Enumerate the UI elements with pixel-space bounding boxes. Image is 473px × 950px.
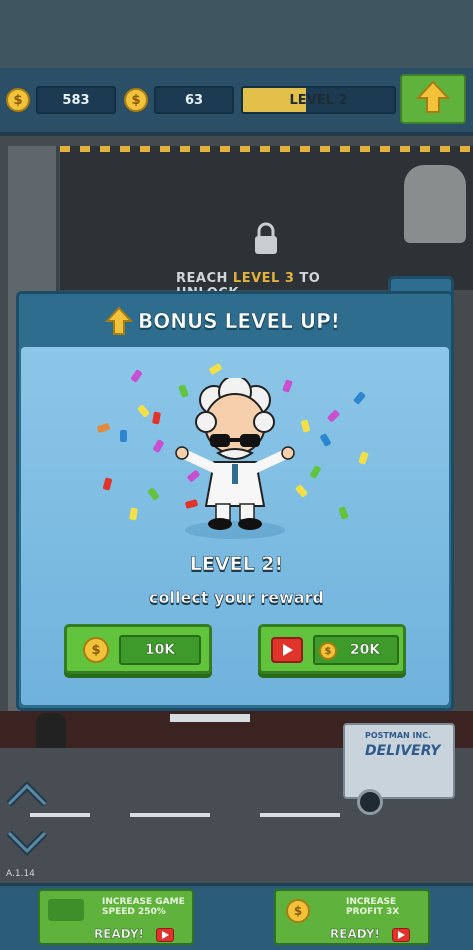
road-line xyxy=(130,813,210,817)
coin-stack-icon: $ xyxy=(286,899,310,923)
collect-reward-text: collect your reward xyxy=(149,588,324,608)
video-play-icon xyxy=(392,928,410,942)
profit-boost-line1: INCREASE xyxy=(346,897,397,907)
truck-company: POSTMAN INC. xyxy=(365,731,432,740)
profit-boost-status: READY! xyxy=(330,927,380,941)
modal-title: BONUS LEVEL UP! xyxy=(138,309,340,334)
scientist-character xyxy=(175,378,295,539)
hazard-stripe xyxy=(60,146,473,152)
lock-icon xyxy=(255,222,277,254)
confetti-piece xyxy=(120,430,127,442)
speed-icon xyxy=(48,899,84,921)
coin-icon: $ xyxy=(6,88,30,112)
profit-boost-card[interactable]: $ INCREASE PROFIT 3X READY! xyxy=(274,889,430,945)
speed-boost-status: READY! xyxy=(94,927,144,941)
top-background xyxy=(0,0,473,68)
coin-icon: $ xyxy=(319,642,337,660)
bench xyxy=(170,714,250,722)
level-label: LEVEL 2 xyxy=(289,92,348,108)
coin-counter: 583 xyxy=(36,86,116,114)
road-line xyxy=(30,813,90,817)
arrow-up-icon xyxy=(415,80,451,113)
level-up-button[interactable] xyxy=(400,74,466,124)
unlock-prefix: REACH xyxy=(176,271,228,286)
truck-label: DELIVERY xyxy=(365,743,441,759)
arrow-up-icon xyxy=(105,306,133,335)
watch-video-reward-button[interactable]: 20K $ xyxy=(258,624,406,674)
unlock-level: LEVEL 3 xyxy=(232,271,295,286)
scroll-up-button[interactable] xyxy=(5,774,49,810)
delivery-truck: POSTMAN INC. DELIVERY xyxy=(343,723,455,799)
level-progress-bar: LEVEL 2 xyxy=(241,86,396,114)
speed-boost-line1: INCREASE GAME xyxy=(102,897,185,907)
video-play-icon xyxy=(271,637,303,663)
scroll-down-button[interactable] xyxy=(5,827,49,863)
truck-wheel xyxy=(357,789,383,815)
lab-coat-silhouette xyxy=(404,165,466,243)
reward-value: 10K xyxy=(119,635,201,665)
profit-boost-line2: PROFIT 3X xyxy=(346,907,400,917)
road-line xyxy=(260,813,340,817)
video-play-icon xyxy=(156,928,174,942)
coin-icon: $ xyxy=(83,637,109,663)
speed-boost-line2: SPEED 250% xyxy=(102,907,166,917)
level-reached-text: LEVEL 2! xyxy=(189,553,284,576)
collect-reward-button[interactable]: $ 10K xyxy=(64,624,212,674)
speed-boost-card[interactable]: INCREASE GAME SPEED 250% READY! xyxy=(38,889,194,945)
gem-counter: 63 xyxy=(154,86,234,114)
version-label: A.1.14 xyxy=(6,869,35,879)
gem-coin-icon: $ xyxy=(124,88,148,112)
